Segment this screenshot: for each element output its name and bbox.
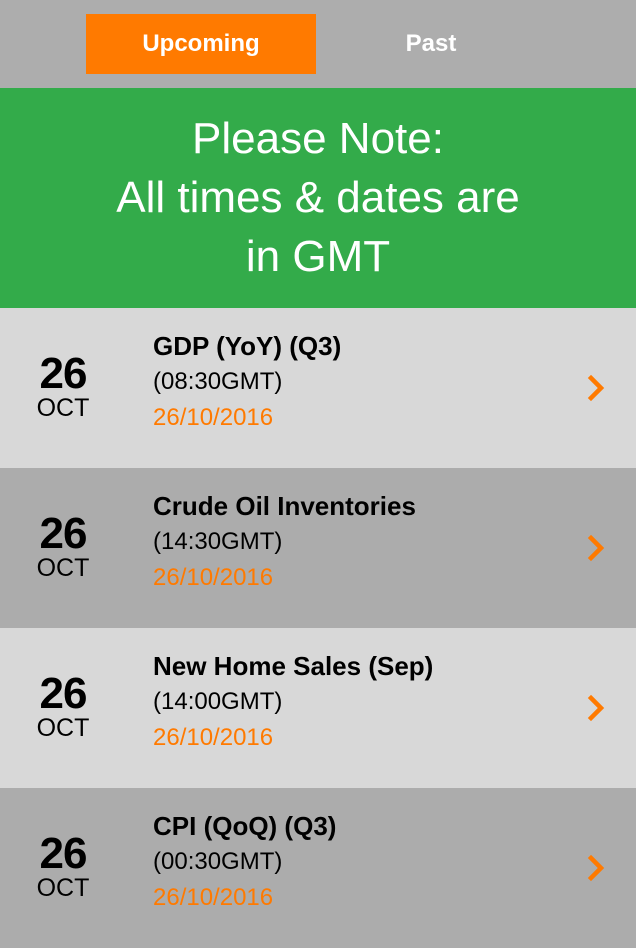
event-date-badge: 26 OCT (22, 349, 104, 423)
event-full-date: 26/10/2016 (153, 724, 274, 751)
event-title: CPI (QoQ) (Q3) (153, 811, 337, 841)
tab-bar: Upcoming Past (0, 0, 636, 88)
gmt-notice-banner: Please Note: All times & dates are in GM… (0, 88, 636, 308)
event-month: OCT (36, 714, 90, 742)
event-month: OCT (36, 394, 90, 422)
tab-upcoming-label: Upcoming (142, 30, 260, 57)
chevron-right-icon[interactable] (586, 854, 608, 882)
event-date-badge: 26 OCT (22, 829, 104, 903)
event-day: 26 (39, 509, 88, 558)
event-day: 26 (39, 349, 88, 398)
notice-line-1: Please Note: (192, 113, 444, 163)
event-row[interactable]: 26 OCT New Home Sales (Sep) (14:00GMT) 2… (0, 628, 636, 788)
event-info: New Home Sales (Sep) (14:00GMT) 26/10/20… (153, 648, 556, 756)
event-info: GDP (YoY) (Q3) (08:30GMT) 26/10/2016 (153, 328, 556, 436)
event-title: GDP (YoY) (Q3) (153, 331, 342, 361)
event-row[interactable]: 26 OCT GDP (YoY) (Q3) (08:30GMT) 26/10/2… (0, 308, 636, 468)
event-date-badge: 26 OCT (22, 509, 104, 583)
chevron-right-icon[interactable] (586, 534, 608, 562)
event-info: Crude Oil Inventories (14:30GMT) 26/10/2… (153, 488, 556, 596)
event-day: 26 (39, 669, 88, 718)
event-list: 26 OCT GDP (YoY) (Q3) (08:30GMT) 26/10/2… (0, 308, 636, 948)
event-time: (08:30GMT) (153, 368, 283, 395)
event-day: 26 (39, 829, 88, 878)
notice-line-3: in GMT (245, 231, 391, 281)
event-month: OCT (36, 554, 90, 582)
chevron-right-icon[interactable] (586, 694, 608, 722)
tab-past-label: Past (405, 30, 457, 57)
notice-line-2: All times & dates are (116, 172, 520, 222)
event-full-date: 26/10/2016 (153, 404, 274, 431)
chevron-right-icon[interactable] (586, 374, 608, 402)
event-title: Crude Oil Inventories (153, 491, 416, 521)
event-info: CPI (QoQ) (Q3) (00:30GMT) 26/10/2016 (153, 808, 556, 916)
event-time: (14:00GMT) (153, 688, 283, 715)
tab-past[interactable]: Past (316, 14, 546, 74)
event-time: (00:30GMT) (153, 848, 283, 875)
event-date-badge: 26 OCT (22, 669, 104, 743)
event-full-date: 26/10/2016 (153, 564, 274, 591)
event-time: (14:30GMT) (153, 528, 283, 555)
event-row[interactable]: 26 OCT Crude Oil Inventories (14:30GMT) … (0, 468, 636, 628)
event-month: OCT (36, 874, 90, 902)
event-row[interactable]: 26 OCT CPI (QoQ) (Q3) (00:30GMT) 26/10/2… (0, 788, 636, 948)
event-full-date: 26/10/2016 (153, 884, 274, 911)
tab-upcoming[interactable]: Upcoming (86, 14, 316, 74)
event-title: New Home Sales (Sep) (153, 651, 434, 681)
